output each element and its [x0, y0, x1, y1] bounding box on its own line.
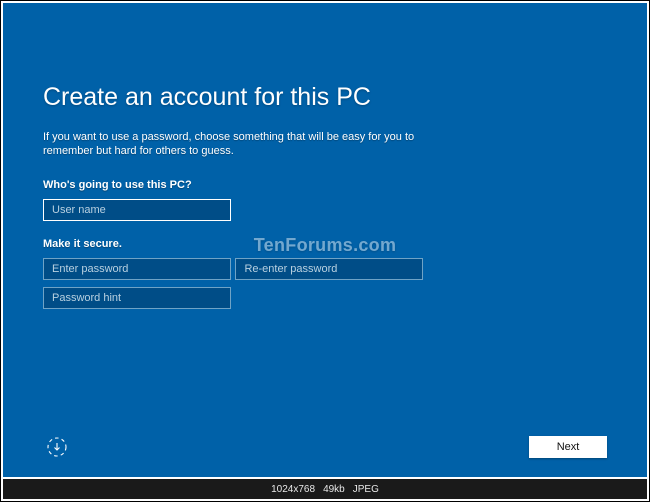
confirm-password-input[interactable] [235, 258, 423, 280]
info-size: 49kb [323, 484, 345, 495]
password-input[interactable] [43, 258, 231, 280]
page-title: Create an account for this PC [43, 83, 607, 112]
username-input[interactable] [43, 199, 231, 221]
bottom-bar: Next [43, 429, 607, 465]
next-button[interactable]: Next [529, 436, 607, 458]
screenshot-frame: Create an account for this PC If you wan… [0, 0, 650, 502]
oobe-screen: Create an account for this PC If you wan… [3, 3, 647, 477]
info-format: JPEG [353, 484, 379, 495]
password-hint-input[interactable] [43, 287, 231, 309]
image-info-bar: 1024x768 49kb JPEG [3, 479, 647, 499]
info-dimensions: 1024x768 [271, 484, 315, 495]
ease-of-access-icon[interactable] [43, 433, 71, 461]
username-section-label: Who's going to use this PC? [43, 179, 607, 191]
password-section-label: Make it secure. [43, 238, 607, 250]
page-subtitle: If you want to use a password, choose so… [43, 130, 463, 159]
